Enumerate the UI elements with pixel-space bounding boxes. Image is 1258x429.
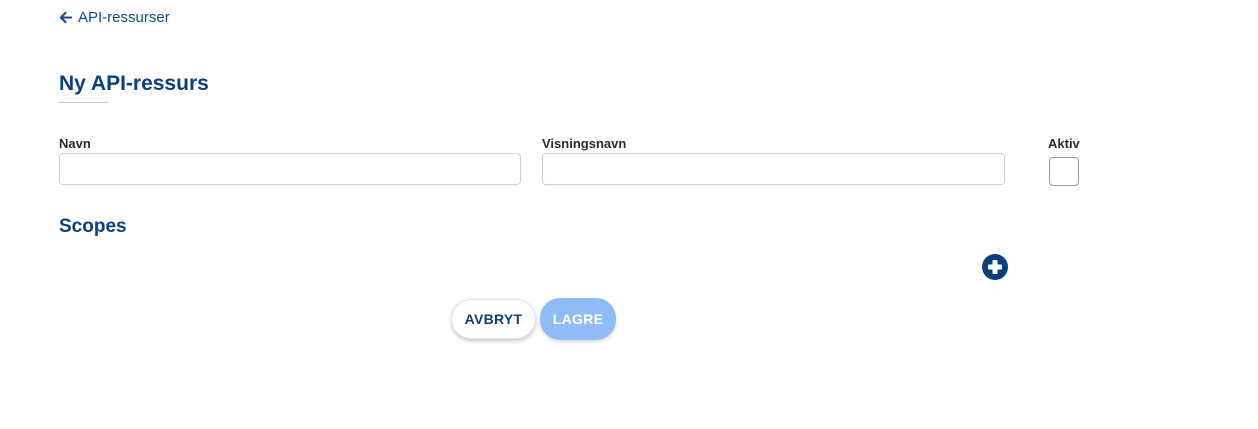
save-button[interactable]: LAGRE bbox=[540, 298, 616, 340]
arrow-left-icon bbox=[59, 11, 72, 24]
display-name-input[interactable] bbox=[542, 153, 1005, 185]
scopes-title: Scopes bbox=[59, 216, 127, 237]
active-checkbox[interactable] bbox=[1049, 157, 1079, 186]
title-underline bbox=[59, 102, 108, 103]
back-link-label: API-ressurser bbox=[78, 9, 170, 26]
page-title: Ny API-ressurs bbox=[59, 72, 209, 95]
cancel-button[interactable]: AVBRYT bbox=[451, 299, 536, 339]
active-label: Aktiv bbox=[1048, 136, 1080, 151]
display-name-label: Visningsnavn bbox=[542, 136, 627, 151]
add-scope-button[interactable] bbox=[981, 253, 1009, 281]
plus-circle-icon bbox=[981, 254, 1009, 284]
name-label: Navn bbox=[59, 136, 91, 151]
back-link[interactable]: API-ressurser bbox=[59, 9, 170, 26]
name-input[interactable] bbox=[59, 153, 521, 185]
